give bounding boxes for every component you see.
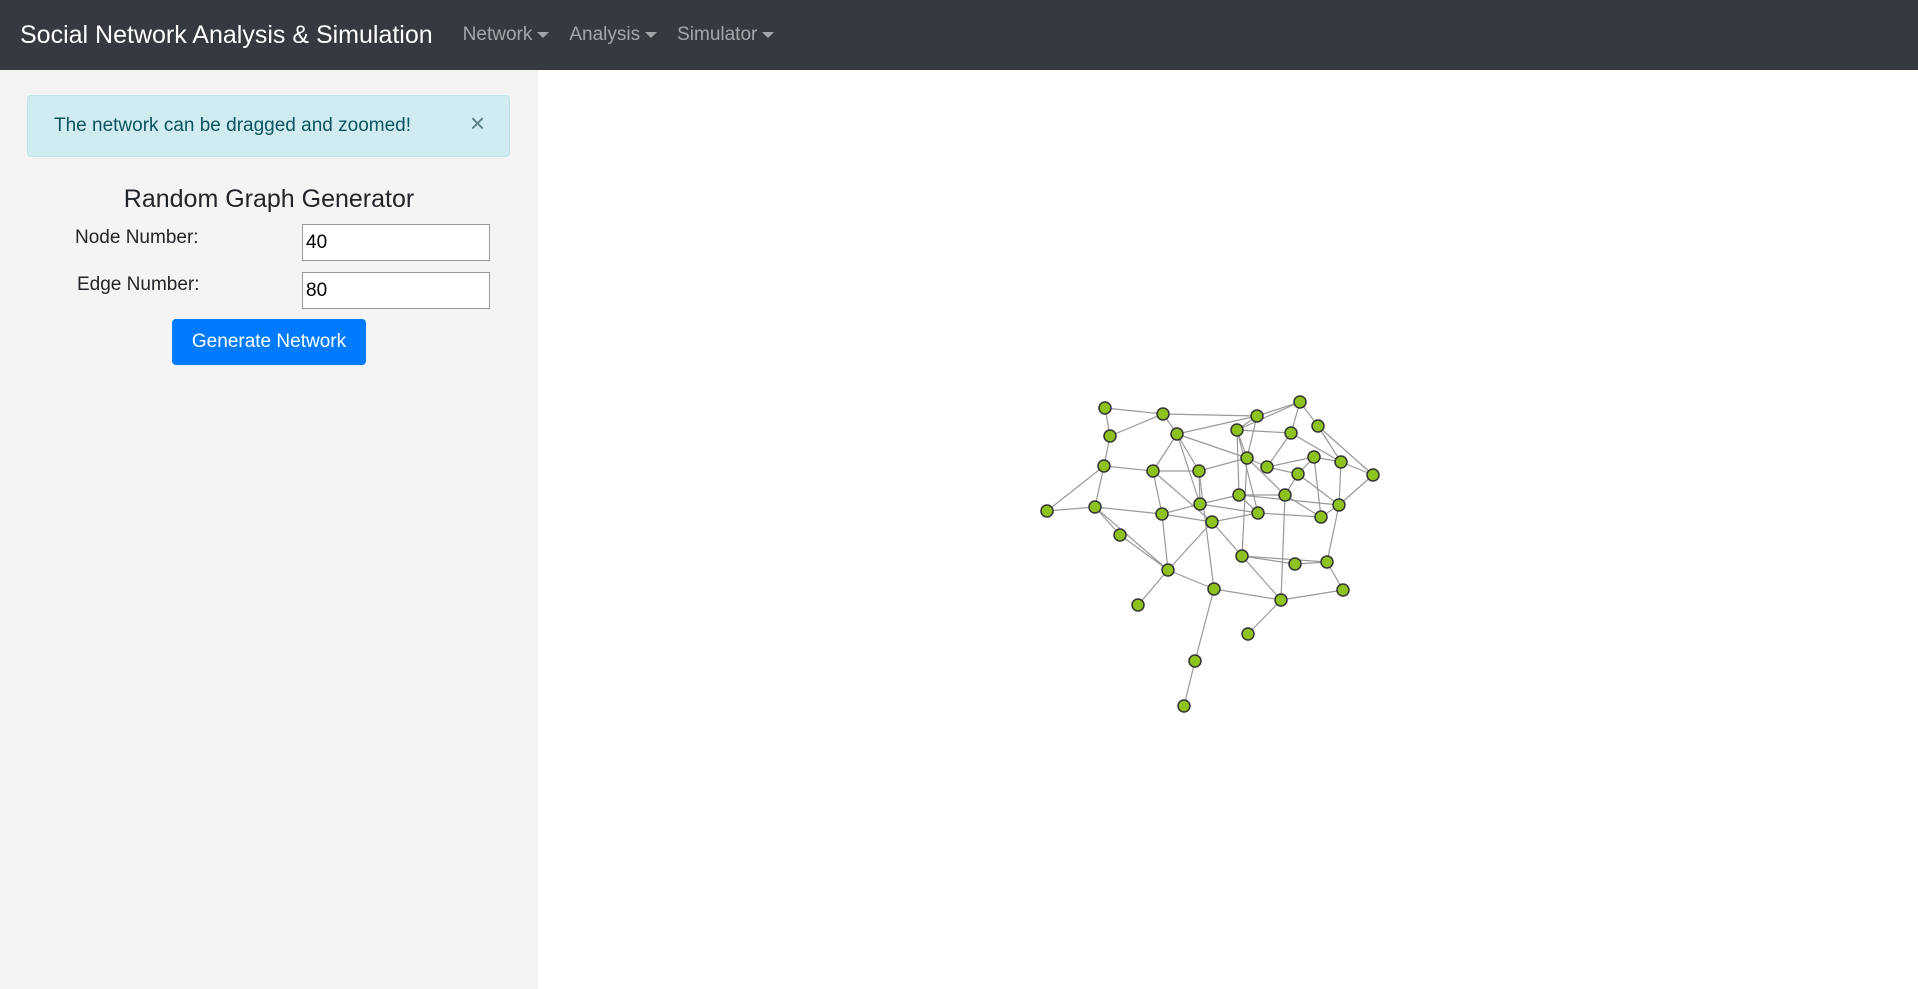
menu-analysis[interactable]: Analysis xyxy=(569,24,658,46)
menu-analysis-label: Analysis xyxy=(569,24,641,45)
graph-node[interactable] xyxy=(1177,699,1191,713)
graph-node[interactable] xyxy=(1156,407,1170,421)
alert-message: The network can be dragged and zoomed! xyxy=(54,115,412,136)
graph-node[interactable] xyxy=(1040,504,1054,518)
graph-edge xyxy=(1162,413,1258,417)
graph-edge xyxy=(1183,660,1196,707)
graph-edge xyxy=(1241,555,1328,563)
graph-edge xyxy=(1241,555,1296,565)
node-number-label: Node Number: xyxy=(75,227,199,248)
graph-edge xyxy=(1241,457,1248,557)
graph-edge xyxy=(1236,429,1292,434)
graph-edge xyxy=(1194,588,1215,662)
graph-edge xyxy=(1167,569,1215,590)
graph-edge xyxy=(1137,569,1169,606)
graph-node[interactable] xyxy=(1088,500,1102,514)
graph-node[interactable] xyxy=(1320,555,1334,569)
graph-edge xyxy=(1236,429,1240,496)
generate-network-button[interactable]: Generate Network xyxy=(172,319,366,365)
menu-network[interactable]: Network xyxy=(463,24,550,46)
sidebar: The network can be dragged and zoomed! ×… xyxy=(0,70,538,989)
graph-node[interactable] xyxy=(1314,510,1328,524)
graph-node[interactable] xyxy=(1251,506,1265,520)
graph-edge xyxy=(1198,470,1215,590)
network-canvas[interactable] xyxy=(538,70,1918,989)
node-number-input[interactable] xyxy=(302,224,490,261)
caret-down-icon xyxy=(537,32,550,38)
generator-title: Random Graph Generator xyxy=(123,185,415,213)
graph-edge xyxy=(1176,433,1248,459)
menu-simulator[interactable]: Simulator xyxy=(677,24,775,46)
graph-node[interactable] xyxy=(1192,464,1206,478)
graph-edge xyxy=(1211,521,1243,557)
graph-node[interactable] xyxy=(1146,464,1160,478)
graph-node[interactable] xyxy=(1274,593,1288,607)
graph-node[interactable] xyxy=(1240,451,1254,465)
graph-node[interactable] xyxy=(1098,401,1112,415)
graph-node[interactable] xyxy=(1188,654,1202,668)
caret-down-icon xyxy=(645,32,658,38)
graph-node[interactable] xyxy=(1332,498,1346,512)
graph-node[interactable] xyxy=(1205,515,1219,529)
graph-node[interactable] xyxy=(1193,497,1207,511)
graph-edge xyxy=(1266,456,1315,468)
graph-node[interactable] xyxy=(1284,426,1298,440)
graph-node[interactable] xyxy=(1311,419,1325,433)
graph-edge xyxy=(1326,504,1340,563)
graph-edge xyxy=(1103,465,1154,472)
menu-simulator-label: Simulator xyxy=(677,24,758,45)
graph-node[interactable] xyxy=(1207,582,1221,596)
graph-node[interactable] xyxy=(1293,395,1307,409)
graph-edge xyxy=(1211,512,1259,523)
graph-node[interactable] xyxy=(1232,488,1246,502)
graph-edge xyxy=(1167,521,1213,571)
graph-node[interactable] xyxy=(1250,409,1264,423)
app-title[interactable]: Social Network Analysis & Simulation xyxy=(20,21,433,50)
graph-node[interactable] xyxy=(1161,563,1175,577)
graph-node[interactable] xyxy=(1336,583,1350,597)
graph-node[interactable] xyxy=(1113,528,1127,542)
graph-edge xyxy=(1256,401,1301,417)
graph-node[interactable] xyxy=(1307,450,1321,464)
graph-edge xyxy=(1280,589,1344,601)
graph-node[interactable] xyxy=(1278,488,1292,502)
graph-node[interactable] xyxy=(1097,459,1111,473)
navbar: Social Network Analysis & Simulation Net… xyxy=(0,0,1918,70)
graph-node[interactable] xyxy=(1131,598,1145,612)
info-alert: The network can be dragged and zoomed! × xyxy=(27,95,510,157)
graph-node[interactable] xyxy=(1366,468,1380,482)
graph-node[interactable] xyxy=(1241,627,1255,641)
graph-edge xyxy=(1247,599,1282,635)
caret-down-icon xyxy=(762,32,775,38)
graph-node[interactable] xyxy=(1235,549,1249,563)
graph-edge xyxy=(1338,474,1374,506)
edge-number-label: Edge Number: xyxy=(77,274,200,295)
graph-edge xyxy=(1257,512,1322,518)
menu-network-label: Network xyxy=(462,24,533,45)
edge-number-input[interactable] xyxy=(302,272,490,309)
graph-node[interactable] xyxy=(1230,423,1244,437)
graph-edge xyxy=(1317,425,1374,476)
graph-edge xyxy=(1198,457,1248,472)
graph-edge xyxy=(1213,588,1282,601)
graph-node[interactable] xyxy=(1155,507,1169,521)
graph-node[interactable] xyxy=(1260,460,1274,474)
close-icon[interactable]: × xyxy=(470,110,485,136)
graph-edge xyxy=(1119,534,1169,571)
graph-edge xyxy=(1161,513,1169,571)
graph-node[interactable] xyxy=(1170,427,1184,441)
graph-node[interactable] xyxy=(1291,467,1305,481)
graph-node[interactable] xyxy=(1334,455,1348,469)
graph-edge xyxy=(1104,407,1164,415)
graph-edge xyxy=(1241,555,1282,601)
graph-edge xyxy=(1280,494,1286,601)
graph-edge xyxy=(1046,506,1096,512)
network-graph[interactable] xyxy=(538,70,1918,989)
graph-node[interactable] xyxy=(1288,557,1302,571)
graph-node[interactable] xyxy=(1103,429,1117,443)
graph-edge xyxy=(1094,506,1163,515)
graph-edge xyxy=(1109,413,1164,437)
